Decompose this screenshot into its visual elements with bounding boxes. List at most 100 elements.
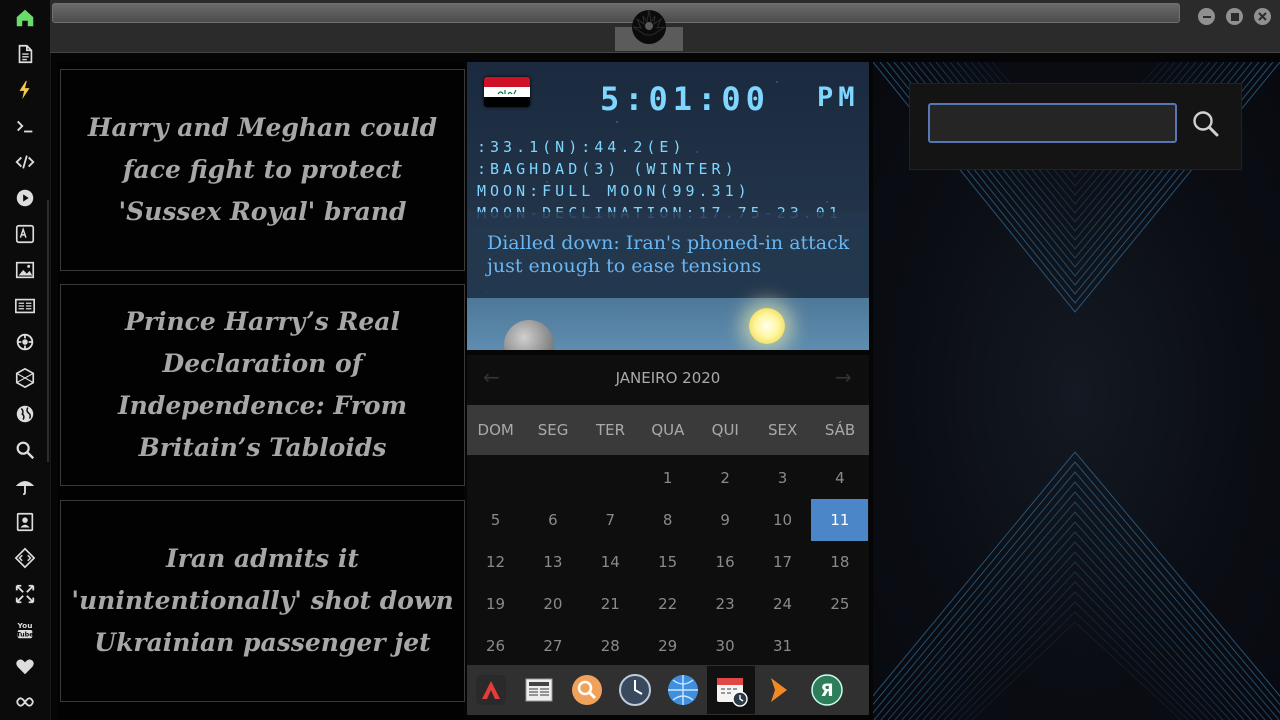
bolt-icon[interactable]	[13, 78, 37, 102]
calendar-day[interactable]: 13	[524, 541, 581, 583]
weekday-label: SEX	[768, 421, 798, 439]
calendar-day[interactable]: 5	[467, 499, 524, 541]
calendar-day[interactable]: 20	[524, 583, 581, 625]
close-button[interactable]	[1254, 8, 1271, 25]
sidebar: You Tube	[0, 0, 51, 720]
clock-app-icon[interactable]	[611, 666, 659, 714]
calendar-day[interactable]: 18	[811, 541, 868, 583]
calendar-day[interactable]: 25	[811, 583, 868, 625]
calendar-day[interactable]: 3	[754, 457, 811, 499]
svg-text:Tube: Tube	[16, 630, 34, 638]
search-icon[interactable]	[1190, 108, 1222, 140]
calendar-day[interactable]: 7	[582, 499, 639, 541]
weekday-label: QUA	[651, 421, 685, 439]
app-a-icon[interactable]	[467, 666, 515, 714]
svg-text:You: You	[17, 621, 33, 630]
calendar-day[interactable]: 29	[639, 625, 696, 667]
news-card[interactable]: Harry and Meghan could face fight to pro…	[60, 69, 465, 271]
news-icon[interactable]	[13, 294, 37, 318]
next-month-arrow-icon[interactable]: →	[835, 365, 852, 389]
yandex-app-icon[interactable]: Я	[803, 666, 851, 714]
calendar-day[interactable]: 1	[639, 457, 696, 499]
weekday-label: QUI	[711, 421, 739, 439]
calendar-day[interactable]: 28	[582, 625, 639, 667]
search-icon[interactable]	[13, 438, 37, 462]
clock-coords: :33.1(N):44.2(E)	[477, 138, 686, 156]
calendar-day[interactable]: 15	[639, 541, 696, 583]
search-app-icon[interactable]	[563, 666, 611, 714]
calendar-day[interactable]: 26	[467, 625, 524, 667]
rebel-alliance-logo-icon	[632, 9, 666, 44]
svg-text:Я: Я	[820, 681, 833, 701]
world-clock-widget: 5:01:00 PM :33.1(N):44.2(E) :BAGHDAD(3) …	[467, 62, 869, 350]
home-icon[interactable]	[13, 6, 37, 30]
app-dock: Я	[467, 665, 869, 715]
dev-tools-icon[interactable]	[13, 546, 37, 570]
clock-headline[interactable]: Dialled down: Iran's phoned-in attack ju…	[487, 232, 857, 278]
clock-time: 5:01:00	[600, 80, 770, 118]
calendar-day[interactable]: 30	[697, 625, 754, 667]
calendar-app-icon[interactable]	[707, 666, 755, 714]
calendar-day[interactable]: 6	[524, 499, 581, 541]
weekday-label: TER	[595, 421, 625, 439]
calendar-day[interactable]: 22	[639, 583, 696, 625]
calendar-day[interactable]: 16	[697, 541, 754, 583]
infinity-icon[interactable]	[13, 690, 37, 714]
umbrella-icon[interactable]	[13, 474, 37, 498]
youtube-icon[interactable]: You Tube	[13, 618, 37, 642]
news-column: Harry and Meghan could face fight to pro…	[58, 62, 465, 720]
top-bar	[50, 0, 1280, 53]
hexagon-icon[interactable]	[13, 366, 37, 390]
calendar-day[interactable]: 21	[582, 583, 639, 625]
image-icon[interactable]	[13, 258, 37, 282]
calendar-day-today[interactable]: 11	[811, 499, 869, 541]
clock-ampm: PM	[817, 82, 860, 113]
calendar-day[interactable]: 10	[754, 499, 811, 541]
document-icon[interactable]	[13, 42, 37, 66]
terminal-icon[interactable]	[13, 114, 37, 138]
minimize-button[interactable]	[1198, 8, 1215, 25]
news-title[interactable]: Iran admits it 'unintentionally' shot do…	[61, 538, 464, 664]
clock-location: :BAGHDAD(3) (WINTER)	[477, 160, 738, 178]
arrow-app-icon[interactable]	[755, 666, 803, 714]
calendar-day[interactable]: 17	[754, 541, 811, 583]
code-icon[interactable]	[13, 150, 37, 174]
calendar-day[interactable]: 12	[467, 541, 524, 583]
calendar-day[interactable]: 31	[754, 625, 811, 667]
news-card[interactable]: Prince Harry’s Real Declaration of Indep…	[60, 284, 465, 486]
calendar-weekday-header: DOM SEG TER QUA QUI SEX SÁB	[467, 405, 869, 455]
clock-moon-phase: MOON:FULL MOON(99.31)	[477, 182, 751, 200]
news-card[interactable]: Iran admits it 'unintentionally' shot do…	[60, 500, 465, 702]
address-bar[interactable]	[52, 3, 1180, 23]
calendar-day[interactable]: 9	[697, 499, 754, 541]
news-title[interactable]: Harry and Meghan could face fight to pro…	[61, 107, 464, 233]
sidebar-scrollbar[interactable]	[47, 200, 49, 462]
sun-icon	[749, 308, 785, 344]
contacts-icon[interactable]	[13, 510, 37, 534]
globe-app-icon[interactable]	[659, 666, 707, 714]
iraq-flag-icon	[484, 77, 530, 107]
calendar-day[interactable]: 19	[467, 583, 524, 625]
weekday-label: SÁB	[824, 421, 856, 439]
news-title[interactable]: Prince Harry’s Real Declaration of Indep…	[61, 301, 464, 469]
weekday-label: SEG	[537, 421, 569, 439]
news-app-icon[interactable]	[515, 666, 563, 714]
settings-cog-icon[interactable]	[13, 330, 37, 354]
calendar-day[interactable]: 23	[697, 583, 754, 625]
calendar-day[interactable]: 24	[754, 583, 811, 625]
fullscreen-icon[interactable]	[13, 582, 37, 606]
weekday-label: DOM	[477, 421, 514, 439]
calendar-day[interactable]: 2	[697, 457, 754, 499]
maximize-button[interactable]	[1226, 8, 1243, 25]
calendar-day[interactable]: 4	[811, 457, 868, 499]
calendar-day[interactable]: 14	[582, 541, 639, 583]
translate-icon[interactable]	[13, 222, 37, 246]
globe-icon[interactable]	[13, 402, 37, 426]
calendar-widget: ← JANEIRO 2020 → DOM SEG TER QUA QUI SEX SÁB 1…	[467, 355, 869, 665]
search-input[interactable]	[928, 103, 1177, 143]
calendar-day[interactable]: 27	[524, 625, 581, 667]
play-icon[interactable]	[13, 186, 37, 210]
calendar-day[interactable]: 8	[639, 499, 696, 541]
calendar-month-title: JANEIRO 2020	[615, 369, 721, 387]
heart-icon[interactable]	[13, 654, 37, 678]
